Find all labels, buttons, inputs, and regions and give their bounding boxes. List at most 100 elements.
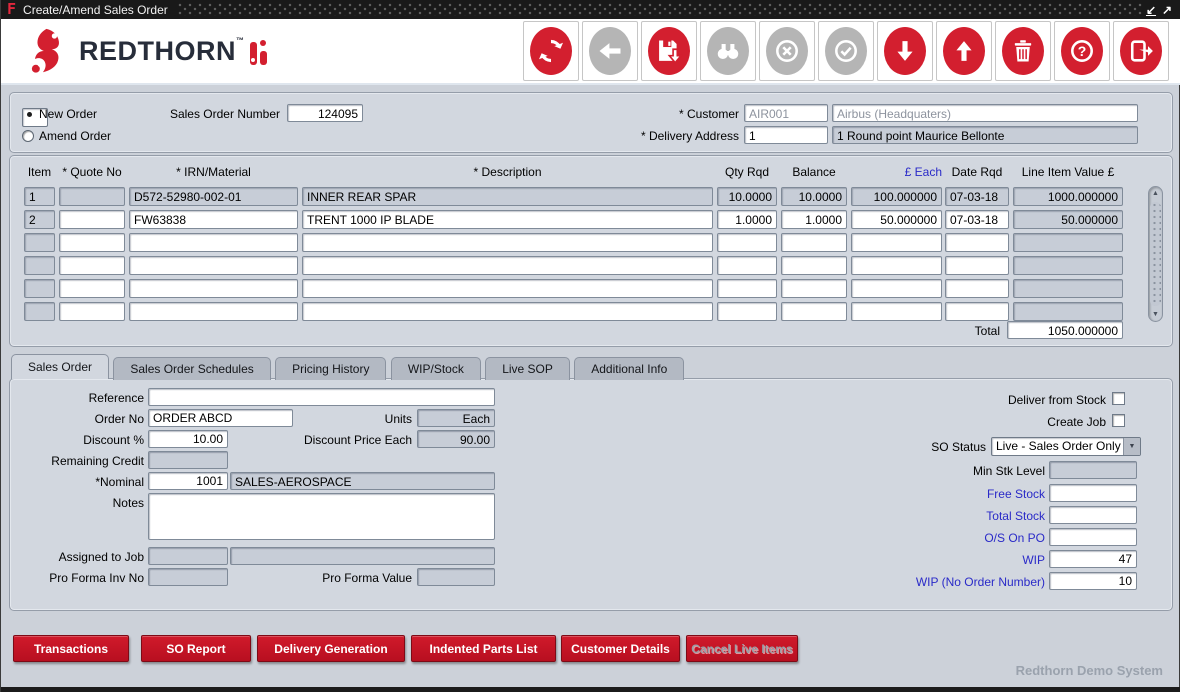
delete-button[interactable] <box>995 21 1051 81</box>
cell-irn-material[interactable] <box>129 302 298 321</box>
cell-balance[interactable] <box>781 279 847 298</box>
transactions-button[interactable]: Transactions <box>13 635 129 662</box>
cell-description[interactable] <box>302 302 713 321</box>
tab-live-sop[interactable]: Live SOP <box>485 357 570 380</box>
cell-each[interactable] <box>851 256 942 275</box>
save-button[interactable] <box>641 21 697 81</box>
cell-item[interactable]: 1 <box>24 187 55 206</box>
cell-description[interactable] <box>302 279 713 298</box>
customer-details-button[interactable]: Customer Details <box>561 635 680 662</box>
cell-quote-no[interactable] <box>59 233 125 252</box>
scroll-up-icon[interactable]: ▲ <box>1149 190 1162 197</box>
cell-each[interactable] <box>851 233 942 252</box>
nominal-code-input[interactable] <box>148 472 228 490</box>
cell-date-rqd[interactable] <box>945 233 1009 252</box>
maximize-window-icon[interactable]: ↗ <box>1159 3 1175 17</box>
cell-balance[interactable] <box>781 256 847 275</box>
cell-description[interactable] <box>302 256 713 275</box>
delivery-address-code-field[interactable]: 1 <box>744 126 828 144</box>
cell-quote-no[interactable] <box>59 302 125 321</box>
tab-additional-info[interactable]: Additional Info <box>574 357 684 380</box>
wip-no-order-number-field[interactable] <box>1049 572 1137 590</box>
cell-balance[interactable] <box>781 233 847 252</box>
cell-date-rqd[interactable]: 07-03-18 <box>945 187 1009 206</box>
reference-input[interactable] <box>148 388 495 406</box>
indented-parts-list-button[interactable]: Indented Parts List <box>411 635 556 662</box>
wip-no-order-number-link[interactable]: WIP (No Order Number) <box>855 574 1045 590</box>
download-button[interactable] <box>877 21 933 81</box>
cell-qty-rqd[interactable] <box>717 279 777 298</box>
scrollbar-thumb[interactable] <box>1150 202 1161 306</box>
tab-sales-order-schedules[interactable]: Sales Order Schedules <box>113 357 270 380</box>
cell-qty-rqd[interactable]: 10.0000 <box>717 187 777 206</box>
find-button[interactable] <box>700 21 756 81</box>
amend-order-radio[interactable] <box>22 130 34 142</box>
cell-item[interactable] <box>24 256 55 275</box>
cell-date-rqd[interactable] <box>945 279 1009 298</box>
cell-irn-material[interactable]: D572-52980-002-01 <box>129 187 298 206</box>
deliver-from-stock-checkbox[interactable] <box>1112 392 1125 405</box>
customer-code-field[interactable]: AIR001 <box>744 104 828 122</box>
approve-button[interactable] <box>818 21 874 81</box>
help-button[interactable]: ? <box>1054 21 1110 81</box>
cell-item[interactable] <box>24 233 55 252</box>
cell-quote-no[interactable] <box>59 256 125 275</box>
cell-irn-material[interactable] <box>129 256 298 275</box>
chevron-down-icon[interactable]: ▼ <box>1123 438 1140 455</box>
items-scrollbar[interactable]: ▲ ▼ <box>1148 186 1163 322</box>
exit-button[interactable] <box>1113 21 1169 81</box>
cell-qty-rqd[interactable] <box>717 256 777 275</box>
cell-balance[interactable] <box>781 302 847 321</box>
cell-each[interactable]: 100.000000 <box>851 187 942 206</box>
os-on-po-link[interactable]: O/S On PO <box>895 530 1045 546</box>
cell-balance[interactable]: 1.0000 <box>781 210 847 229</box>
cancel-button[interactable] <box>759 21 815 81</box>
cell-date-rqd[interactable]: 07-03-18 <box>945 210 1009 229</box>
cell-qty-rqd[interactable]: 1.0000 <box>717 210 777 229</box>
discount-input[interactable] <box>148 430 228 448</box>
cell-date-rqd[interactable] <box>945 256 1009 275</box>
refresh-button[interactable] <box>523 21 579 81</box>
col-header-each-link[interactable]: £ Each <box>851 165 942 179</box>
cell-irn-material[interactable] <box>129 279 298 298</box>
total-stock-field[interactable] <box>1049 506 1137 524</box>
delivery-generation-button[interactable]: Delivery Generation <box>257 635 405 662</box>
back-button[interactable] <box>582 21 638 81</box>
cell-description[interactable]: INNER REAR SPAR <box>302 187 713 206</box>
cell-qty-rqd[interactable] <box>717 302 777 321</box>
tab-sales-order[interactable]: Sales Order <box>11 354 109 379</box>
total-stock-link[interactable]: Total Stock <box>895 508 1045 524</box>
wip-link[interactable]: WIP <box>895 552 1045 568</box>
free-stock-field[interactable] <box>1049 484 1137 502</box>
wip-field[interactable] <box>1049 550 1137 568</box>
cell-description[interactable] <box>302 233 713 252</box>
cell-quote-no[interactable] <box>59 187 125 206</box>
cell-item[interactable] <box>24 302 55 321</box>
create-job-checkbox[interactable] <box>1112 414 1125 427</box>
cell-each[interactable] <box>851 302 942 321</box>
so-status-select[interactable]: Live - Sales Order Only▼ <box>991 437 1141 456</box>
restore-window-icon[interactable]: ↙ <box>1143 3 1159 17</box>
tab-wip-stock[interactable]: WIP/Stock <box>391 357 481 380</box>
cell-each[interactable] <box>851 279 942 298</box>
notes-textarea[interactable] <box>148 493 495 540</box>
scroll-down-icon[interactable]: ▼ <box>1149 311 1162 318</box>
cell-item[interactable] <box>24 279 55 298</box>
os-on-po-field[interactable] <box>1049 528 1137 546</box>
cell-irn-material[interactable] <box>129 233 298 252</box>
cell-each[interactable]: 50.000000 <box>851 210 942 229</box>
cell-quote-no[interactable] <box>59 210 125 229</box>
customer-name-field[interactable]: Airbus (Headquaters) <box>832 104 1138 122</box>
cell-irn-material[interactable]: FW63838 <box>129 210 298 229</box>
upload-button[interactable] <box>936 21 992 81</box>
cell-quote-no[interactable] <box>59 279 125 298</box>
tab-pricing-history[interactable]: Pricing History <box>275 357 386 380</box>
sales-order-number-field[interactable]: 124095 <box>287 104 363 122</box>
cell-balance[interactable]: 10.0000 <box>781 187 847 206</box>
cell-date-rqd[interactable] <box>945 302 1009 321</box>
so-report-button[interactable]: SO Report <box>141 635 251 662</box>
free-stock-link[interactable]: Free Stock <box>895 486 1045 502</box>
cell-item[interactable]: 2 <box>24 210 55 229</box>
cell-description[interactable]: TRENT 1000 IP BLADE <box>302 210 713 229</box>
cell-qty-rqd[interactable] <box>717 233 777 252</box>
